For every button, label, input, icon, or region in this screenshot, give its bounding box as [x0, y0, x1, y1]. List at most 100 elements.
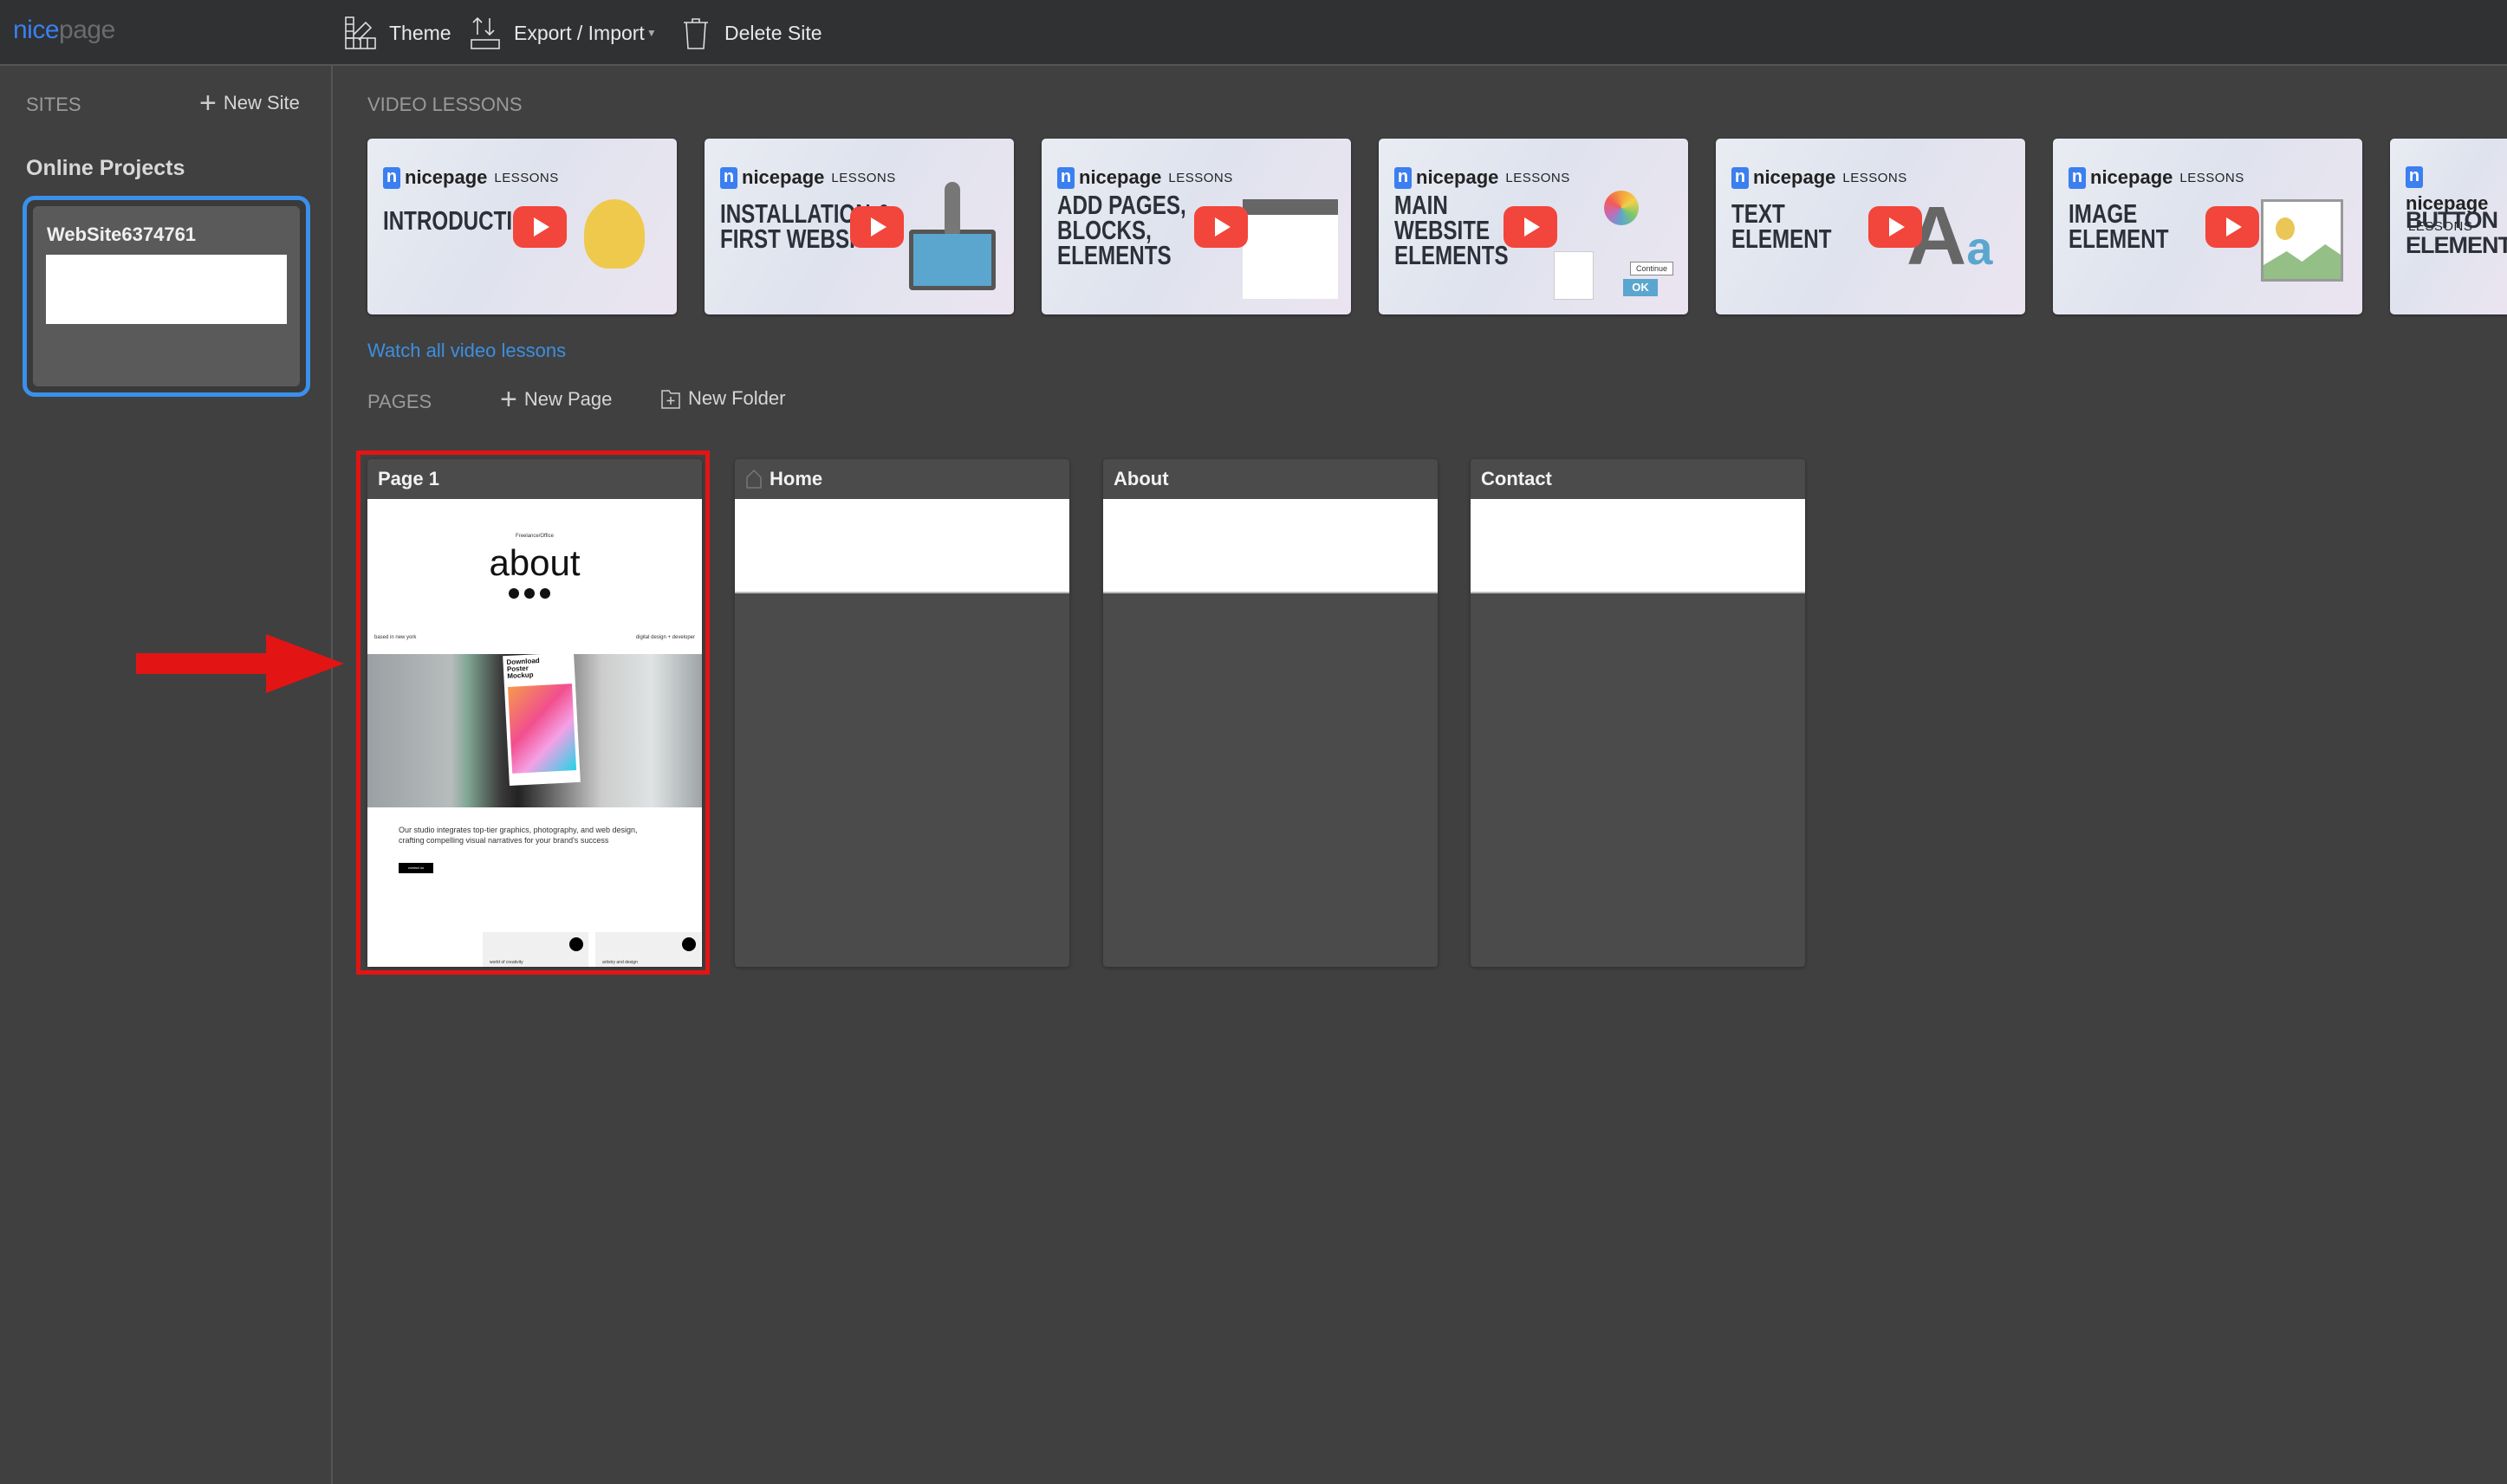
- sites-heading: SITES: [26, 94, 81, 115]
- brand-name: nicepage: [2090, 166, 2173, 188]
- video-lesson-card[interactable]: n nicepage LESSONS Continue OK MAIN WEBSITE E…: [1379, 139, 1688, 314]
- plus-icon: +: [199, 87, 217, 120]
- small-a: a: [1966, 223, 1993, 275]
- logo-page: page: [59, 16, 115, 44]
- pages-heading: PAGES: [367, 391, 432, 412]
- plus-icon: +: [500, 383, 517, 416]
- lesson-title-line: ELEMENTS: [1057, 240, 1172, 270]
- add-panel-icon: [1243, 199, 1338, 299]
- page-name: About: [1114, 468, 1169, 489]
- logo-nice: nice: [13, 16, 60, 44]
- page-card-contact[interactable]: Contact: [1471, 459, 1805, 967]
- nicepage-n-icon: n: [1057, 166, 1075, 189]
- play-button-icon[interactable]: [513, 206, 567, 248]
- lesson-title: IMAGE ELEMENT: [2069, 200, 2169, 254]
- new-page-label: New Page: [523, 388, 613, 410]
- lessons-label: LESSONS: [831, 170, 896, 185]
- video-lesson-card[interactable]: n nicepage LESSONS INSTALLATION & FIRST WEB…: [705, 139, 1014, 314]
- export-import-button[interactable]: Export / Import ▼: [469, 0, 657, 66]
- image-icon: [2261, 199, 2343, 282]
- video-lesson-card[interactable]: n nicepage LESSONS ADD PAGES, BLOCKS, ELEMEN…: [1042, 139, 1351, 314]
- nicepage-n-icon: n: [1394, 166, 1412, 189]
- nicepage-lessons-logo: n nicepage LESSONS: [1394, 166, 1683, 189]
- delete-site-label: Delete Site: [724, 21, 822, 44]
- lesson-title: TEXT ELEMENT: [1731, 200, 1832, 254]
- nicepage-n-icon: n: [1731, 166, 1749, 189]
- video-lesson-card[interactable]: n nicepage LESSONS IMAGE ELEMENT: [2053, 139, 2362, 314]
- page-thumbnail: [1103, 499, 1438, 593]
- brand-name: nicepage: [742, 166, 825, 188]
- page-name: Contact: [1481, 468, 1552, 489]
- brand-name: nicepage: [1416, 166, 1499, 188]
- lessons-label: LESSONS: [2179, 170, 2244, 185]
- nicepage-n-icon: n: [383, 166, 400, 189]
- lesson-title-line: ELEMENTS: [1394, 240, 1509, 270]
- site-thumbnail: [46, 255, 287, 324]
- brand-name: nicepage: [1079, 166, 1162, 188]
- play-button-icon[interactable]: [850, 206, 904, 248]
- lessons-label: LESSONS: [494, 170, 559, 185]
- play-button-icon[interactable]: [1504, 206, 1557, 248]
- lesson-title: MAIN WEBSITE ELEMENTS: [1394, 191, 1509, 270]
- lesson-title: ADD PAGES, BLOCKS, ELEMENTS: [1057, 191, 1186, 270]
- lesson-title-line: BUTTON: [2406, 207, 2498, 233]
- nicepage-lessons-logo: n nicepage LESSONS: [383, 166, 672, 189]
- lesson-title-line: ELEMENT: [1731, 224, 1832, 254]
- theme-label: Theme: [389, 21, 451, 44]
- lightbulb-icon: [584, 199, 645, 269]
- nicepage-lessons-logo: n nicepage LESSONS: [1731, 166, 2020, 189]
- red-arrow-annotation-icon: [136, 634, 344, 693]
- nicepage-lessons-logo: n nicepage LESSONS: [2069, 166, 2357, 189]
- delete-site-button[interactable]: Delete Site: [679, 0, 822, 66]
- ok-sample: OK: [1623, 279, 1658, 296]
- top-bar: nicepage Theme Export / Import ▼ Delete …: [0, 0, 2507, 66]
- site-name: WebSite6374761: [47, 224, 197, 245]
- rocket-icon: [945, 182, 960, 234]
- page-card-about[interactable]: About: [1103, 459, 1438, 967]
- brand-name: nicepage: [405, 166, 488, 188]
- brand-name: nicepage: [1753, 166, 1836, 188]
- online-projects-heading: Online Projects: [26, 156, 185, 180]
- page-card-home[interactable]: Home: [735, 459, 1069, 967]
- page-thumbnail: [735, 499, 1069, 593]
- lesson-title-line: ELEMENT: [2406, 232, 2507, 258]
- nicepage-n-icon: n: [2406, 166, 2423, 188]
- lesson-title: BUTTON ELEMENT: [2406, 208, 2507, 258]
- nicepage-lessons-logo: n nicepage LESSONS: [1057, 166, 1346, 189]
- video-lesson-card[interactable]: n nicepage LESSONS Aa TEXT ELEMENT: [1716, 139, 2025, 314]
- lesson-title-line: ELEMENT: [2069, 224, 2169, 254]
- new-page-button[interactable]: + New Page: [500, 385, 612, 414]
- dropdown-caret-icon: ▼: [646, 27, 657, 39]
- lessons-label: LESSONS: [1168, 170, 1233, 185]
- elements-icon: Continue OK: [1552, 191, 1673, 303]
- lessons-label: LESSONS: [1842, 170, 1907, 185]
- trash-icon: [684, 18, 708, 49]
- rocket-laptop-icon: [909, 230, 996, 290]
- video-lesson-card[interactable]: n nicepage LESSONS BUTTON ELEMENT: [2390, 139, 2507, 314]
- theme-button[interactable]: Theme: [344, 0, 451, 66]
- nicepage-n-icon: n: [720, 166, 737, 189]
- continue-sample: Continue: [1630, 262, 1673, 275]
- theme-icon: [345, 16, 376, 49]
- site-card[interactable]: WebSite6374761: [23, 196, 310, 397]
- nicepage-logo[interactable]: nicepage: [13, 16, 115, 45]
- video-lessons-heading: VIDEO LESSONS: [367, 94, 523, 115]
- selection-highlight-box: [356, 450, 710, 975]
- export-import-icon: [471, 16, 500, 49]
- page-thumbnail: [1471, 499, 1805, 593]
- lessons-label: LESSONS: [1505, 170, 1570, 185]
- export-import-label: Export / Import: [514, 21, 645, 44]
- new-site-label: New Site: [223, 92, 300, 113]
- play-button-icon[interactable]: [1194, 206, 1248, 248]
- video-lesson-card[interactable]: n nicepage LESSONS INTRODUCTION: [367, 139, 677, 314]
- play-button-icon[interactable]: [2205, 206, 2259, 248]
- new-site-button[interactable]: + New Site: [199, 88, 300, 118]
- new-folder-icon: [661, 390, 680, 409]
- new-folder-button[interactable]: New Folder: [660, 387, 785, 410]
- nicepage-n-icon: n: [2069, 166, 2086, 189]
- new-folder-label: New Folder: [688, 387, 786, 409]
- play-button-icon[interactable]: [1868, 206, 1922, 248]
- nicepage-lessons-logo: n nicepage LESSONS: [720, 166, 1009, 189]
- page-name: Home: [770, 468, 823, 489]
- watch-all-video-lessons-link[interactable]: Watch all video lessons: [367, 340, 566, 362]
